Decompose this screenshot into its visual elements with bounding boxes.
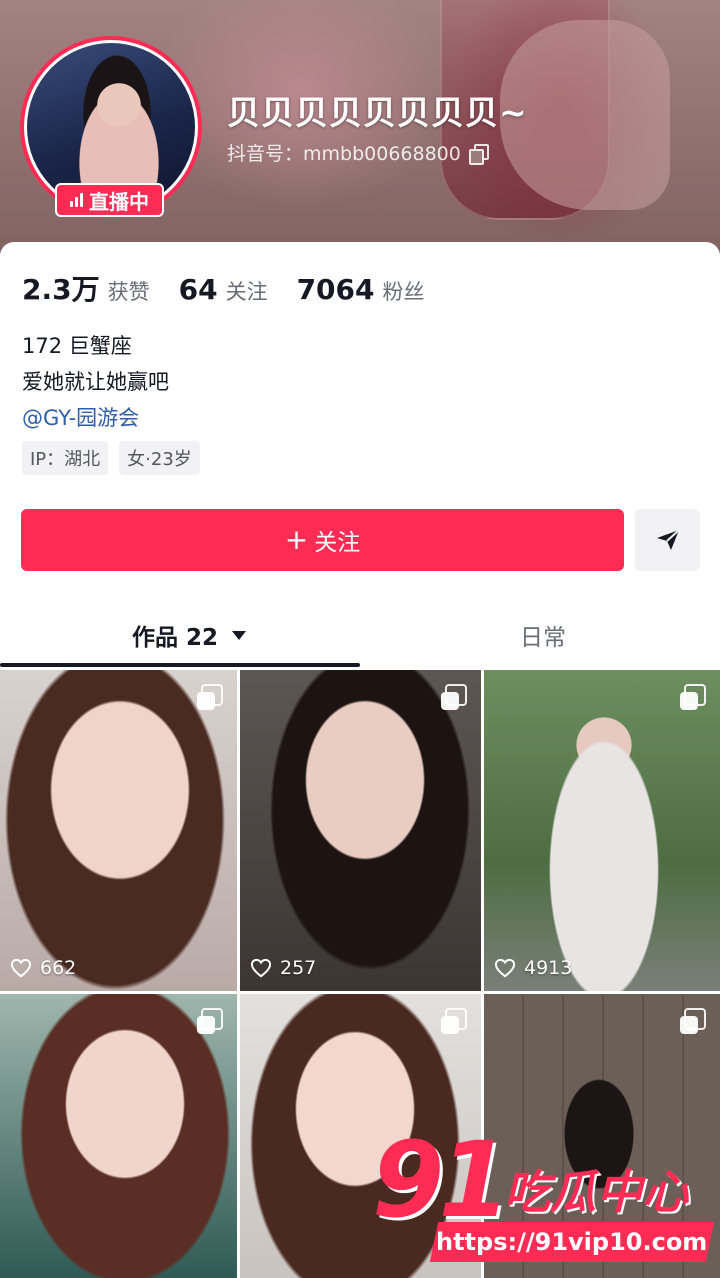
douyin-id[interactable]: 抖音号：mmbb00668800 <box>227 139 489 166</box>
tab-daily[interactable]: 日常 <box>520 607 566 663</box>
gender-age-tag: 女·23岁 <box>119 441 200 475</box>
caret-down-icon <box>232 630 247 640</box>
send-message-button[interactable] <box>635 509 700 571</box>
stat-followers-label: 粉丝 <box>382 280 425 304</box>
post-likes-count: 662 <box>40 957 77 979</box>
multi-image-icon <box>197 1008 223 1034</box>
send-arrow-icon <box>656 529 680 550</box>
bio-line: 爱她就让她赢吧 <box>22 370 169 394</box>
tab-works[interactable]: 作品 22 <box>132 607 247 663</box>
stat-following-value: 64 <box>178 273 218 306</box>
post-likes-count: 257 <box>280 957 317 979</box>
post-tile[interactable] <box>0 994 237 1278</box>
stat-followers-value: 7064 <box>296 273 375 306</box>
heart-icon <box>494 958 516 978</box>
live-badge[interactable]: 直播中 <box>55 183 164 217</box>
heart-icon <box>10 958 32 978</box>
live-bars-icon <box>70 193 83 207</box>
copy-icon[interactable] <box>468 143 489 165</box>
bio-line: 172 巨蟹座 <box>22 334 132 358</box>
bio-mention-link[interactable]: @GY-园游会 <box>22 400 169 436</box>
profile-tags: IP：湖北 女·23岁 <box>22 441 200 475</box>
post-tile[interactable]: 4913 <box>484 670 720 991</box>
profile-nickname: 贝贝贝贝贝贝贝贝~ <box>227 93 528 132</box>
post-tile[interactable]: 257 <box>240 670 481 991</box>
watermark-logo-text: 吃瓜中心 <box>504 1165 688 1219</box>
live-badge-label: 直播中 <box>89 189 149 214</box>
tab-works-label: 作品 22 <box>132 625 219 651</box>
multi-image-icon <box>197 684 223 710</box>
stat-likes[interactable]: 2.3万 获赞 <box>22 268 150 308</box>
multi-image-icon <box>441 684 467 710</box>
watermark-logo-number: 91 <box>372 1119 511 1241</box>
tab-daily-label: 日常 <box>520 625 566 651</box>
multi-image-icon <box>680 1008 706 1034</box>
stat-likes-value: 2.3万 <box>22 273 100 306</box>
post-likes: 4913 <box>494 957 572 979</box>
post-likes: 662 <box>10 957 76 979</box>
douyin-id-text: 抖音号：mmbb00668800 <box>227 143 461 165</box>
site-watermark: 91 吃瓜中心 https://91vip10.com <box>372 1119 715 1268</box>
profile-stats: 2.3万 获赞 64 关注 7064 粉丝 <box>22 268 425 308</box>
ip-location-tag: IP：湖北 <box>22 441 109 475</box>
watermark-url: https://91vip10.com <box>429 1222 715 1262</box>
stat-following-label: 关注 <box>225 280 268 304</box>
multi-image-icon <box>441 1008 467 1034</box>
content-tabs: 作品 22 日常 <box>0 607 720 667</box>
active-tab-indicator <box>0 663 360 667</box>
post-likes-count: 4913 <box>524 957 573 979</box>
plus-icon: + <box>284 523 309 556</box>
stat-likes-label: 获赞 <box>107 280 150 304</box>
multi-image-icon <box>680 684 706 710</box>
post-likes: 257 <box>250 957 316 979</box>
heart-icon <box>250 958 272 978</box>
post-tile[interactable]: 662 <box>0 670 237 991</box>
profile-bio: 172 巨蟹座 爱她就让她赢吧 @GY-园游会 <box>22 328 169 436</box>
stat-following[interactable]: 64 关注 <box>179 273 268 306</box>
follow-button-label: 关注 <box>314 530 361 556</box>
follow-button[interactable]: + 关注 <box>21 509 624 571</box>
profile-banner: 直播中 贝贝贝贝贝贝贝贝~ 抖音号：mmbb00668800 <box>0 0 720 262</box>
stat-followers[interactable]: 7064 粉丝 <box>297 273 425 306</box>
